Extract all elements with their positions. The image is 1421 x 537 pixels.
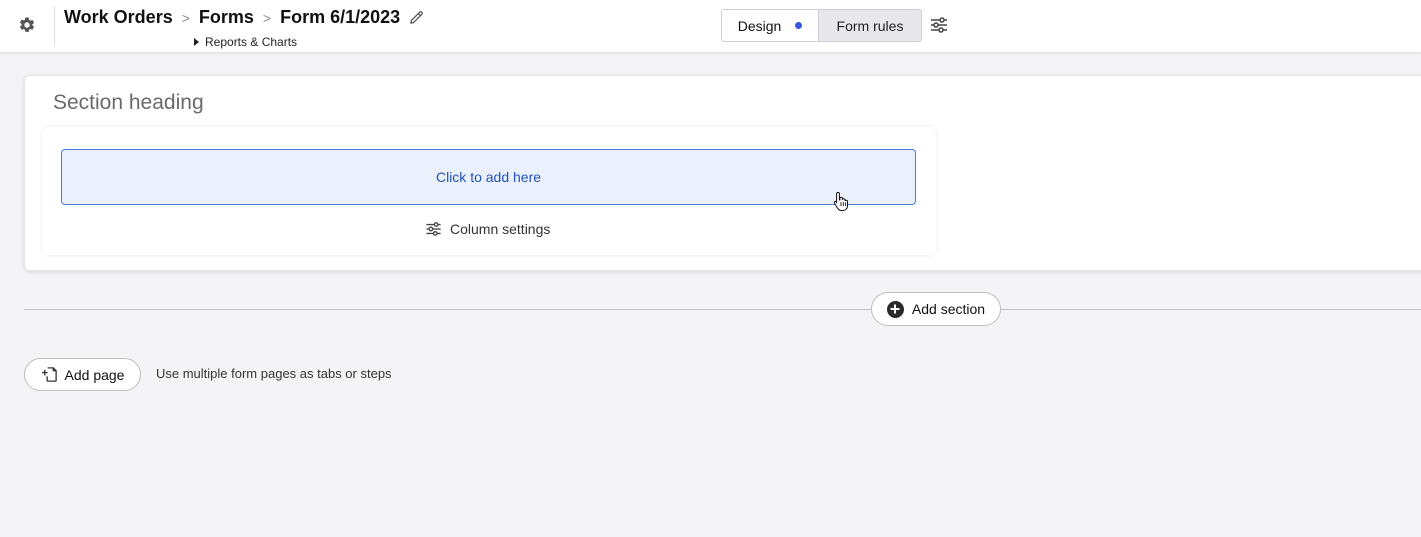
gear-icon — [19, 17, 35, 32]
tab-design-label: Design — [737, 17, 782, 34]
breadcrumb-work-orders[interactable]: Work Orders — [64, 7, 173, 28]
sliders-icon — [931, 17, 947, 33]
column-settings-label: Column settings — [450, 221, 551, 237]
add-page-hint: Use multiple form pages as tabs or steps — [156, 366, 392, 381]
form-section: Section heading Click to add here Column… — [24, 75, 1421, 271]
tab-design[interactable]: Design — [722, 10, 819, 41]
add-section-label: Add section — [911, 301, 986, 317]
add-page-button[interactable]: Add page — [24, 358, 141, 391]
mode-toggle: Design Form rules — [721, 9, 922, 42]
reports-charts-label: Reports & Charts — [205, 35, 298, 49]
plus-circle-icon — [886, 300, 904, 318]
reports-charts-link[interactable]: Reports & Charts — [194, 35, 297, 49]
page-title: Form 6/1/2023 — [280, 7, 401, 27]
settings-button[interactable] — [16, 14, 38, 36]
top-bar: Work Orders > Forms > Form 6/1/2023 Repo… — [0, 0, 1421, 53]
caret-right-icon — [194, 38, 199, 46]
form-settings-button[interactable] — [930, 16, 948, 34]
add-field-dropzone[interactable]: Click to add here — [61, 149, 916, 205]
section-column: Click to add here Column settings — [42, 127, 936, 255]
header-divider — [54, 6, 55, 46]
breadcrumb-forms[interactable]: Forms — [199, 7, 254, 28]
pointer-hand-icon — [833, 191, 848, 211]
add-section-button[interactable]: Add section — [871, 292, 1001, 326]
tab-form-rules[interactable]: Form rules — [819, 10, 921, 41]
breadcrumb-separator: > — [262, 9, 272, 26]
add-field-label: Click to add here — [435, 169, 542, 185]
column-settings-button[interactable]: Column settings — [425, 221, 550, 237]
active-indicator-dot — [795, 22, 803, 29]
edit-title-button[interactable] — [408, 9, 425, 26]
breadcrumb: Work Orders > Forms > Form 6/1/2023 — [64, 7, 425, 28]
pencil-icon — [410, 11, 424, 24]
section-heading[interactable]: Section heading — [53, 91, 204, 115]
add-page-icon — [41, 367, 57, 382]
breadcrumb-separator: > — [181, 9, 190, 26]
tab-form-rules-label: Form rules — [836, 17, 904, 34]
section-divider — [24, 309, 1421, 310]
add-page-label: Add page — [64, 366, 125, 383]
sliders-icon — [426, 222, 441, 236]
